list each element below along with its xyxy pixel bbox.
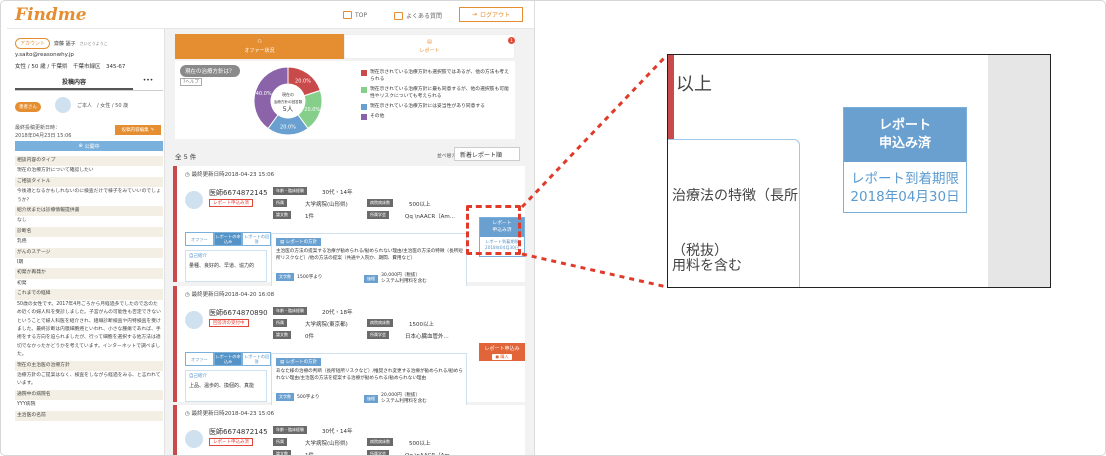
zoom-text-method: 治療法の特徴（長所: [672, 188, 798, 204]
zoom-text-top: 以上: [676, 74, 712, 95]
zoom-report-header: レポート 申込み済: [844, 108, 966, 162]
zoom-report-status: レポート 申込み済 レポート到着期限 2018年04月30日: [843, 107, 967, 213]
zoom-panel: 以上 治療法の特徴（長所 （税抜） 用料を含む レポート 申込み済 レポート到着期限…: [667, 54, 1051, 288]
connector-line-bottom: [521, 252, 668, 289]
zoom-report-deadline: レポート到着期限 2018年04月30日: [850, 171, 960, 205]
screenshot-frame: Findme TOP よくある質問 ⇥ ログアウト アカウント 齋藤 謡子 さいと…: [0, 0, 1106, 456]
zoom-text-price: （税抜） 用料を含む: [672, 243, 742, 274]
connector-line-top: [520, 53, 669, 209]
zoom-gray-strip: [988, 55, 1050, 287]
